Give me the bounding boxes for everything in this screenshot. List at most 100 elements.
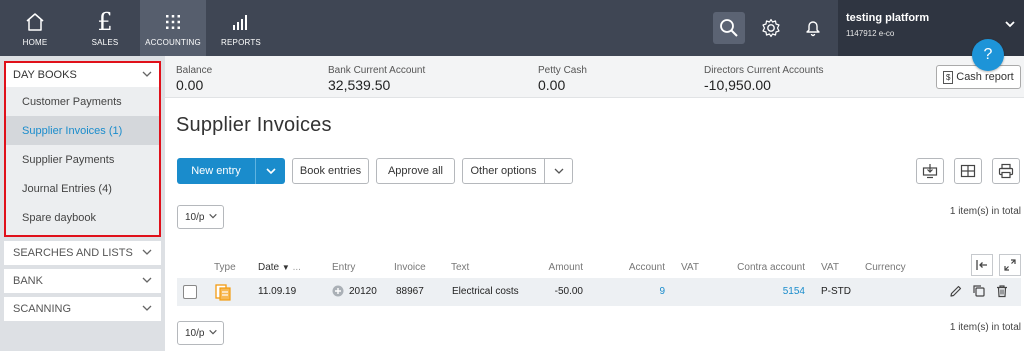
column-header-type[interactable]: Type — [214, 262, 236, 273]
nav-accounting[interactable]: ACCOUNTING — [140, 0, 206, 56]
daybook-item-customer-payments[interactable]: Customer Payments — [6, 87, 159, 116]
chevron-down-icon — [141, 302, 153, 317]
plus-circle-icon[interactable] — [332, 285, 344, 297]
daybooks-header[interactable]: DAY BOOKS — [6, 63, 159, 87]
total-count: 1 item(s) in total — [949, 206, 1021, 217]
column-header-date-label: Date — [258, 262, 280, 273]
balance-label: Balance — [176, 65, 213, 76]
approve-all-button[interactable]: Approve all — [376, 158, 455, 184]
daybook-item-supplier-invoices[interactable]: Supplier Invoices (1) — [6, 116, 159, 145]
balance-total: Balance 0.00 — [176, 65, 212, 93]
chevron-down-icon[interactable] — [255, 158, 285, 184]
column-header-contra-account[interactable]: Contra account — [725, 262, 805, 273]
per-page-select-bottom[interactable]: 10/p — [177, 321, 224, 345]
layout-grid-icon[interactable] — [954, 158, 982, 184]
export-icon[interactable] — [916, 158, 944, 184]
column-header-text[interactable]: Text — [451, 262, 469, 273]
column-header-date[interactable]: Date ▼ ... — [258, 262, 301, 273]
daybooks-panel: DAY BOOKS Customer Payments Supplier Inv… — [4, 61, 161, 237]
cash-report-button[interactable]: $ Cash report — [936, 65, 1021, 89]
company-name: testing platform — [846, 12, 930, 24]
other-options-button[interactable]: Other options — [462, 158, 573, 184]
column-header-entry[interactable]: Entry — [332, 262, 355, 273]
cell-vat-code: P-STD — [821, 286, 851, 297]
cell-contra-account[interactable]: 5154 — [725, 286, 805, 297]
new-entry-label: New entry — [191, 165, 241, 177]
edit-pencil-icon[interactable] — [949, 284, 963, 298]
column-header-vat-code[interactable]: VAT — [821, 262, 839, 273]
bar-chart-icon — [232, 9, 250, 35]
copy-icon[interactable] — [972, 284, 986, 298]
sidebar-section-bank[interactable]: BANK — [4, 269, 161, 293]
nav-sales-label: SALES — [91, 38, 119, 47]
column-header-vat[interactable]: VAT — [681, 262, 699, 273]
balance-value: 0.00 — [176, 77, 204, 93]
sidebar-section-scanning[interactable]: SCANNING — [4, 297, 161, 321]
balance-bank-current-account: Bank Current Account 32,539.50 — [328, 65, 425, 93]
balance-label: Directors Current Accounts — [704, 65, 824, 76]
notifications-bell-icon[interactable] — [797, 12, 829, 44]
chevron-down-icon — [208, 327, 218, 340]
trash-icon[interactable] — [995, 284, 1009, 298]
pound-icon: £ — [97, 8, 113, 36]
nav-reports-label: REPORTS — [221, 38, 261, 47]
nav-accounting-label: ACCOUNTING — [145, 38, 201, 47]
per-page-value: 10/p — [185, 211, 205, 223]
balance-directors-current-accounts: Directors Current Accounts -10,950.00 — [704, 65, 824, 93]
daybooks-title: DAY BOOKS — [13, 69, 77, 81]
grid-icon — [164, 9, 182, 35]
table-row[interactable] — [177, 278, 1021, 306]
column-header-amount[interactable]: Amount — [540, 262, 583, 273]
nav-home-label: HOME — [22, 38, 48, 47]
sidebar-section-label: BANK — [13, 275, 43, 287]
row-checkbox[interactable] — [183, 285, 197, 299]
balance-value: 0.00 — [538, 77, 566, 93]
collapse-columns-icon[interactable] — [971, 254, 993, 276]
column-header-account[interactable]: Account — [622, 262, 665, 273]
help-button[interactable]: ? — [972, 39, 1004, 71]
sidebar: DAY BOOKS Customer Payments Supplier Inv… — [0, 56, 165, 351]
column-header-invoice[interactable]: Invoice — [394, 262, 426, 273]
chevron-down-icon — [141, 246, 153, 261]
page-title: Supplier Invoices — [176, 114, 332, 136]
other-options-label: Other options — [463, 159, 545, 183]
chevron-down-icon — [208, 211, 218, 224]
balance-label: Petty Cash — [538, 65, 587, 76]
search-icon[interactable] — [713, 12, 745, 44]
print-icon[interactable] — [992, 158, 1020, 184]
chevron-down-icon — [1004, 18, 1016, 33]
nav-sales[interactable]: £ SALES — [70, 0, 140, 56]
cell-account[interactable]: 9 — [622, 286, 665, 297]
cell-amount: -50.00 — [554, 286, 583, 297]
daybook-item-journal-entries[interactable]: Journal Entries (4) — [6, 174, 159, 203]
chevron-down-icon — [141, 274, 153, 289]
daybook-item-supplier-payments[interactable]: Supplier Payments — [6, 145, 159, 174]
balance-strip: Balance 0.00 Bank Current Account 32,539… — [165, 56, 1024, 98]
book-entries-button[interactable]: Book entries — [292, 158, 369, 184]
nav-reports[interactable]: REPORTS — [206, 0, 276, 56]
column-header-currency[interactable]: Currency — [865, 262, 906, 273]
nav-home[interactable]: HOME — [0, 0, 70, 56]
balance-petty-cash: Petty Cash 0.00 — [538, 65, 587, 93]
chevron-down-icon — [141, 68, 153, 83]
per-page-select[interactable]: 10/p — [177, 205, 224, 229]
new-entry-button[interactable]: New entry — [177, 158, 285, 184]
sort-down-icon: ▼ — [281, 263, 290, 272]
daybook-item-spare-daybook[interactable]: Spare daybook — [6, 203, 159, 232]
company-id: 1147912 e-co — [846, 29, 895, 38]
cash-report-label: Cash report — [956, 71, 1014, 83]
gear-icon[interactable] — [755, 12, 787, 44]
balance-value: 32,539.50 — [328, 77, 391, 93]
dollar-icon: $ — [943, 70, 954, 84]
cell-text: Electrical costs — [452, 286, 519, 297]
top-navigation-bar: HOME £ SALES ACCOUNTING REPORTS testing … — [0, 0, 1024, 56]
cell-invoice: 88967 — [396, 286, 424, 297]
expand-icon[interactable] — [999, 254, 1021, 276]
total-count-bottom: 1 item(s) in total — [949, 322, 1021, 333]
cell-entry: 20120 — [349, 286, 377, 297]
cell-date: 11.09.19 — [258, 286, 297, 297]
sidebar-section-label: SEARCHES AND LISTS — [13, 247, 133, 259]
sidebar-section-searches-and-lists[interactable]: SEARCHES AND LISTS — [4, 241, 161, 265]
home-icon — [24, 9, 46, 35]
sidebar-section-label: SCANNING — [13, 303, 72, 315]
